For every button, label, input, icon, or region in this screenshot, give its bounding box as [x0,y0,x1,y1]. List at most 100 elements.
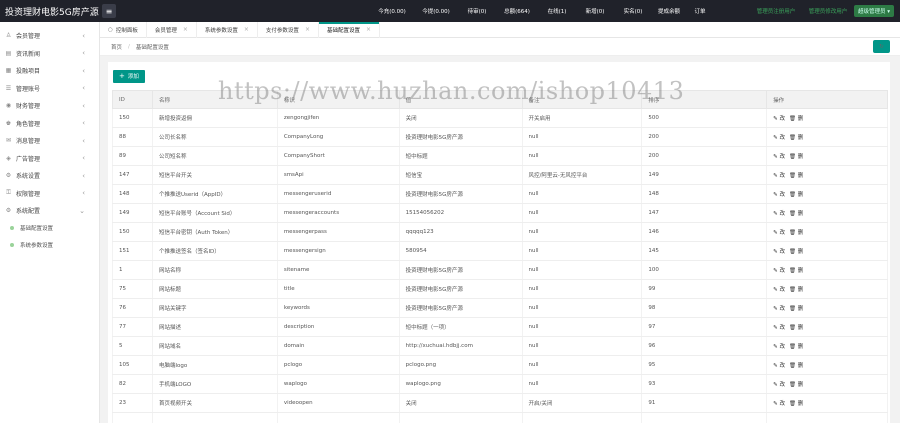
add-button[interactable]: + 添加 [113,69,145,83]
cell-key: messengerpass [276,222,400,242]
delete-button[interactable]: 🗑 删 [789,249,803,255]
delete-button[interactable]: 🗑 删 [789,306,803,312]
stat-pending[interactable]: 待审(0) [458,7,496,15]
cell-name: 短信平台密钥（Auth Token） [151,222,278,242]
delete-button[interactable]: 🗑 删 [789,268,803,274]
edit-button[interactable]: ✎ 改 [773,268,785,274]
stat-total[interactable]: 总额(664) [496,7,538,15]
breadcrumb-home[interactable]: 首页 [111,43,122,51]
edit-button[interactable]: ✎ 改 [773,382,785,388]
stat-orders[interactable]: 订单 [686,7,714,15]
delete-button[interactable]: 🗑 删 [789,382,803,388]
chevron-down-icon: ⌄ [79,206,85,215]
cell-name: 手机端LOGO [151,374,278,394]
edit-button[interactable]: ✎ 改 [773,325,785,331]
app-title: 投资理财电影5G房产源 [5,7,99,18]
table-row: 75 网站标题 title 投资理财电影5G房产源 null 99 ✎ 改 🗑 删 [112,279,888,299]
close-icon[interactable]: × [305,26,310,33]
delete-button[interactable]: 🗑 删 [789,192,803,198]
cell-value: qqqqq123 [398,222,523,242]
tab-members[interactable]: 会员管理 × [147,21,197,38]
stat-realname[interactable]: 实名(0) [614,7,652,15]
edit-button[interactable]: ✎ 改 [773,211,785,217]
close-icon[interactable]: × [366,26,371,33]
edit-button[interactable]: ✎ 改 [773,363,785,369]
sidebar-item-label: 投融项目 [16,68,41,76]
edit-button[interactable]: ✎ 改 [773,173,785,179]
tab-dashboard[interactable]: ○ 控制面板 [100,21,147,38]
cell-name: 公司长名称 [151,127,278,147]
role-icon: ♚ [5,119,12,127]
cell-actions: ✎ 改 🗑 删 [766,222,888,242]
admin-modify-link[interactable]: 管理员修改用户 [802,7,854,15]
sidebar-item-finance[interactable]: ◉ 财务管理 ‹ [0,97,99,115]
sidebar-item-ads[interactable]: ◈ 广告管理 ‹ [0,150,99,168]
tab-system-params[interactable]: 系统参数设置 × [197,21,258,38]
message-icon: ✉ [5,137,12,145]
stat-today-recharge[interactable]: 今充(0.00) [370,7,414,15]
edit-button[interactable]: ✎ 改 [773,230,785,236]
stat-today-withdraw[interactable]: 今提(0.00) [414,7,458,15]
bullet-icon [10,243,14,247]
stat-new[interactable]: 新增(0) [576,7,614,15]
cell-sort: 146 [641,222,768,242]
edit-button[interactable]: ✎ 改 [773,116,785,122]
admin-register-link[interactable]: 管理员注册用户 [750,7,802,15]
stat-online[interactable]: 在线(1) [538,7,576,15]
delete-button[interactable]: 🗑 删 [789,287,803,293]
tab-label: 支付参数设置 [265,27,299,34]
stat-commission[interactable]: 提成余额 [652,7,686,15]
sidebar-item-projects[interactable]: ▦ 投融项目 ‹ [0,62,99,80]
cell-remark: null [521,279,643,299]
chevron-left-icon: ‹ [82,136,85,145]
delete-button[interactable]: 🗑 删 [789,173,803,179]
tab-payment-params[interactable]: 支付参数设置 × [258,21,319,38]
sidebar-item-config[interactable]: ⚙ 系统配置 ⌄ [0,202,99,220]
close-icon[interactable]: × [183,26,188,33]
sidebar-item-permissions[interactable]: ⚿ 权限管理 ‹ [0,185,99,203]
edit-button[interactable]: ✎ 改 [773,344,785,350]
cell-sort: 149 [641,165,768,185]
sidebar-subitem-system-params[interactable]: 系统参数设置 [0,237,99,254]
col-header-id[interactable]: ID [112,90,153,109]
sidebar-item-roles[interactable]: ♚ 角色管理 ‹ [0,115,99,133]
top-bar: 投资理财电影5G房产源 ≡ 今充(0.00) 今提(0.00) 待审(0) 总额… [0,0,900,22]
chevron-left-icon: ‹ [82,66,85,75]
refresh-button[interactable]: ↻ [873,40,890,53]
sidebar: ♙ 会员管理 ‹ ▤ 资讯新闻 ‹ ▦ 投融项目 ‹ ☰ 管理账号 ‹ ◉ 财务管理 ‹ ♚ 角色管理… [0,22,100,423]
sidebar-item-label: 财务管理 [16,103,41,111]
delete-button[interactable]: 🗑 删 [789,325,803,331]
table-row: 150 短信平台密钥（Auth Token） messengerpass qqqqq1… [112,222,888,242]
edit-button[interactable]: ✎ 改 [773,192,785,198]
user-menu[interactable]: 超级管理员 ▾ [853,5,894,17]
delete-button[interactable]: 🗑 删 [789,135,803,141]
sidebar-item-accounts[interactable]: ☰ 管理账号 ‹ [0,80,99,98]
edit-button[interactable]: ✎ 改 [773,401,785,407]
cell-actions: ✎ 改 🗑 删 [766,241,888,261]
sidebar-item-settings[interactable]: ⚙ 系统设置 ‹ [0,167,99,185]
sidebar-item-news[interactable]: ▤ 资讯新闻 ‹ [0,45,99,63]
close-icon[interactable]: × [244,26,249,33]
sidebar-item-messages[interactable]: ✉ 消息管理 ‹ [0,132,99,150]
delete-button[interactable]: 🗑 删 [789,230,803,236]
delete-button[interactable]: 🗑 删 [789,401,803,407]
delete-button[interactable]: 🗑 删 [789,211,803,217]
edit-button[interactable]: ✎ 改 [773,135,785,141]
table-row: 76 网站关键字 keywords 投资理财电影5G房产源 null 98 ✎ 改 🗑 删 [112,298,888,318]
delete-button[interactable]: 🗑 删 [789,344,803,350]
edit-button[interactable]: ✎ 改 [773,249,785,255]
delete-button[interactable]: 🗑 删 [789,154,803,160]
edit-button[interactable]: ✎ 改 [773,306,785,312]
project-icon: ▦ [5,67,12,75]
sidebar-subitem-basic-config[interactable]: 基础配置设置 [0,220,99,237]
cell-remark: null [521,203,643,223]
edit-button[interactable]: ✎ 改 [773,287,785,293]
delete-button[interactable]: 🗑 删 [789,363,803,369]
edit-button[interactable]: ✎ 改 [773,154,785,160]
sidebar-item-members[interactable]: ♙ 会员管理 ‹ [0,27,99,45]
breadcrumb-separator: / [128,43,130,50]
cell-sort: 145 [641,241,768,261]
delete-button[interactable]: 🗑 删 [789,116,803,122]
menu-toggle-button[interactable]: ≡ [102,4,116,18]
tab-basic-config[interactable]: 基础配置设置 × [318,21,381,38]
